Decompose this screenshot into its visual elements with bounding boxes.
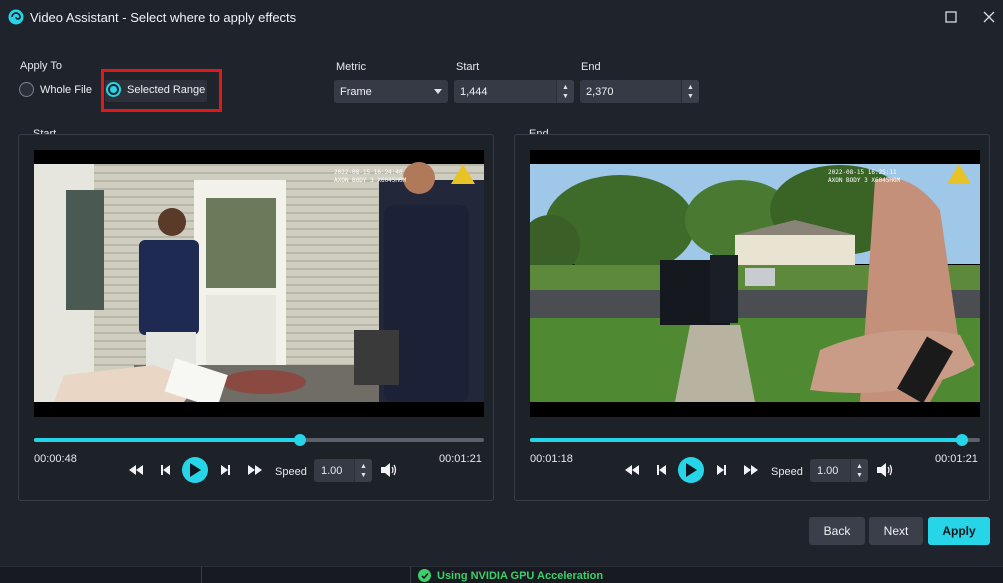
skip-back-icon[interactable] [129,465,143,475]
status-divider [201,567,202,583]
status-bar: Using NVIDIA GPU Acceleration [0,566,1003,583]
close-button[interactable] [980,8,998,26]
metric-value: Frame [340,85,372,98]
status-divider [410,567,411,583]
start-stepper[interactable]: ▲ ▼ [556,80,574,103]
close-icon [983,11,995,23]
volume-icon[interactable] [381,463,397,477]
svg-text:2022-08-15 16:24:40: 2022-08-15 16:24:40 [334,169,403,176]
speed-label: Speed [275,466,307,478]
end-scrub-handle[interactable] [956,434,968,446]
start-video-frame: 2022-08-15 16:24:40 AXON BODY 3 X6045H0M [34,150,484,417]
end-stepper[interactable]: ▲ ▼ [681,80,699,103]
app-logo-icon [8,9,24,25]
up-arrow-icon[interactable]: ▲ [856,462,863,471]
end-preview-panel: 2022-08-15 16:25:11 AXON BODY 3 X6045H0M… [514,134,990,501]
start-frame-value: 1,444 [460,85,488,98]
end-frame-value: 2,370 [586,85,614,98]
metric-label: Metric [336,61,366,73]
volume-icon[interactable] [877,463,893,477]
svg-text:AXON BODY 3 X6045H0M: AXON BODY 3 X6045H0M [828,177,901,184]
down-arrow-icon[interactable]: ▼ [856,471,863,480]
down-arrow-icon[interactable]: ▼ [360,471,367,480]
start-total-time: 00:01:21 [439,453,482,465]
step-back-icon[interactable] [161,465,170,475]
start-video-image: 2022-08-15 16:24:40 AXON BODY 3 X6045H0M [34,150,484,417]
chevron-down-icon [434,89,442,94]
end-video-frame: 2022-08-15 16:25:11 AXON BODY 3 X6045H0M [530,150,980,417]
gpu-status: Using NVIDIA GPU Acceleration [418,569,603,582]
speed-label: Speed [771,466,803,478]
next-button[interactable]: Next [869,517,923,545]
end-current-time: 00:01:18 [530,453,573,465]
title-bar: Video Assistant - Select where to apply … [0,0,1003,34]
start-speed-input[interactable]: 1.00 ▲ ▼ [314,459,372,482]
speed-value: 1.00 [817,464,839,477]
metric-dropdown[interactable]: Frame [334,80,448,103]
back-button[interactable]: Back [809,517,865,545]
step-forward-icon[interactable] [221,465,230,475]
start-progress-fill [34,438,300,442]
start-preview-panel: 2022-08-15 16:24:40 AXON BODY 3 X6045H0M… [18,134,494,501]
maximize-button[interactable] [942,8,960,26]
speed-stepper[interactable]: ▲ ▼ [850,459,868,482]
step-forward-icon[interactable] [717,465,726,475]
radio-whole-file[interactable]: Whole File [19,82,92,97]
down-arrow-icon[interactable]: ▼ [562,92,569,101]
up-arrow-icon[interactable]: ▲ [562,83,569,92]
play-button[interactable] [182,457,208,483]
end-speed-input[interactable]: 1.00 ▲ ▼ [810,459,868,482]
window-title: Video Assistant - Select where to apply … [30,10,297,25]
start-frame-input[interactable]: 1,444 ▲ ▼ [454,80,574,103]
play-icon [190,463,201,477]
start-scrub-handle[interactable] [293,434,306,446]
end-progress-fill [530,438,962,442]
speed-stepper[interactable]: ▲ ▼ [354,459,372,482]
play-button[interactable] [678,457,704,483]
skip-forward-icon[interactable] [248,465,262,475]
maximize-icon [945,11,957,23]
radio-label: Whole File [40,83,92,96]
end-timeline-slider[interactable] [530,434,980,446]
check-circle-icon [418,569,431,582]
apply-to-label: Apply To [20,60,62,72]
end-field-label: End [581,61,601,73]
skip-forward-icon[interactable] [744,465,758,475]
radio-indicator [19,82,34,97]
end-frame-input[interactable]: 2,370 ▲ ▼ [580,80,699,103]
down-arrow-icon[interactable]: ▼ [687,92,694,101]
start-timeline-slider[interactable] [34,434,484,446]
svg-text:2022-08-15 16:25:11: 2022-08-15 16:25:11 [828,169,897,176]
speed-value: 1.00 [321,464,343,477]
start-field-label: Start [456,61,480,73]
start-current-time: 00:00:48 [34,453,77,465]
end-video-image: 2022-08-15 16:25:11 AXON BODY 3 X6045H0M [530,150,980,417]
skip-back-icon[interactable] [625,465,639,475]
svg-text:AXON BODY 3 X6045H0M: AXON BODY 3 X6045H0M [334,177,407,184]
highlight-box [101,69,222,112]
step-back-icon[interactable] [657,465,666,475]
gpu-status-text: Using NVIDIA GPU Acceleration [437,569,604,582]
up-arrow-icon[interactable]: ▲ [687,83,694,92]
end-total-time: 00:01:21 [935,453,978,465]
apply-button[interactable]: Apply [928,517,990,545]
play-icon [686,463,697,477]
up-arrow-icon[interactable]: ▲ [360,462,367,471]
